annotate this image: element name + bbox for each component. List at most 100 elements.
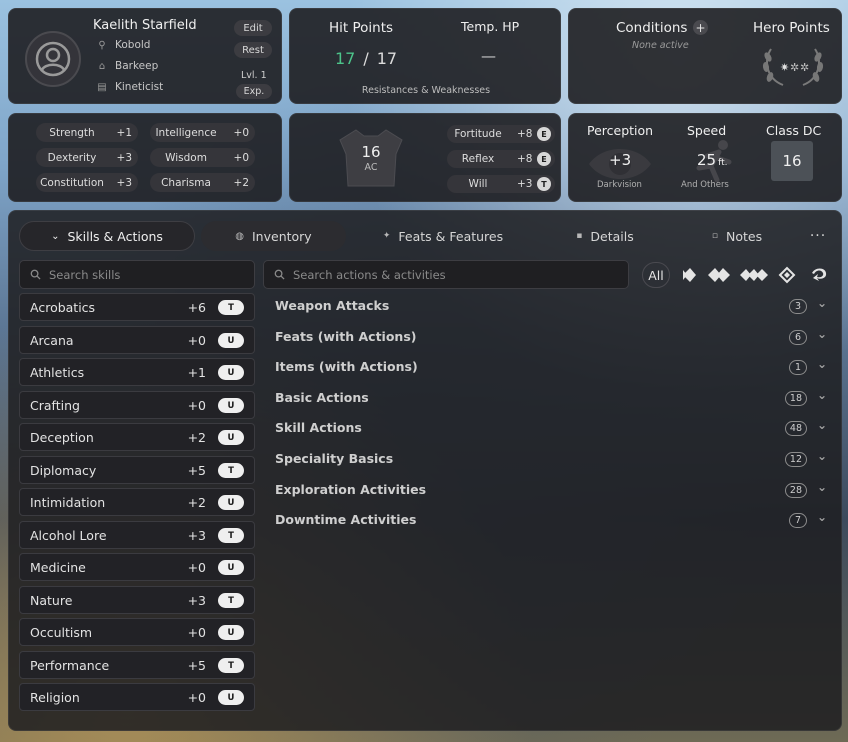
background-icon: ⌂	[98, 60, 106, 72]
skill-modifier: +3	[187, 593, 206, 608]
speed-unit: ft.	[718, 158, 728, 168]
category-speciality-basics[interactable]: Speciality Basics 12 ⌄	[275, 448, 835, 472]
filter-all-button[interactable]: All	[642, 262, 670, 288]
hp-separator: /	[363, 49, 369, 68]
user-icon	[35, 41, 71, 77]
skill-row-religion[interactable]: Religion +0 U	[19, 683, 255, 711]
attribute-value: +0	[233, 126, 249, 139]
more-options-button[interactable]: ···	[803, 221, 833, 251]
tab-notes[interactable]: ▫ Notes	[699, 221, 775, 251]
avatar[interactable]	[25, 31, 81, 87]
tab-inventory[interactable]: ◍ Inventory	[201, 221, 346, 251]
ancestry-label: Kobold	[115, 39, 151, 51]
skill-row-deception[interactable]: Deception +2 U	[19, 423, 255, 451]
save-name: Reflex	[461, 153, 495, 165]
attribute-intelligence[interactable]: Intelligence +0	[150, 123, 255, 142]
attribute-name: Strength	[49, 126, 95, 139]
skill-row-performance[interactable]: Performance +5 T	[19, 651, 255, 679]
actions-search-placeholder: Search actions & activities	[293, 267, 446, 282]
skill-rank-badge: T	[218, 463, 244, 478]
attribute-constitution[interactable]: Constitution +3	[36, 173, 138, 192]
perception-value[interactable]: +3	[609, 151, 631, 169]
skill-name: Religion	[30, 690, 80, 705]
skill-name: Athletics	[30, 365, 85, 380]
skill-modifier: +2	[187, 495, 206, 510]
skill-row-diplomacy[interactable]: Diplomacy +5 T	[19, 456, 255, 484]
skill-row-alcohol-lore[interactable]: Alcohol Lore +3 T	[19, 521, 255, 549]
tab-label: Feats & Features	[398, 228, 504, 244]
speed-value-group[interactable]: 25 ft.	[697, 151, 728, 169]
skills-search-field[interactable]: Search skills	[19, 260, 255, 289]
skill-name: Diplomacy	[30, 463, 97, 478]
hero-points-laurel-icon[interactable]: ✷ ✲ ✲	[761, 39, 825, 89]
attribute-charisma[interactable]: Charisma +2	[150, 173, 255, 192]
hero-points-title: Hero Points	[753, 20, 830, 36]
search-icon	[30, 269, 41, 280]
bag-icon: ◍	[235, 230, 244, 242]
perception-sense: Darkvision	[597, 180, 642, 190]
category-count-badge: 3	[789, 299, 807, 314]
category-basic-actions[interactable]: Basic Actions 18 ⌄	[275, 387, 835, 411]
skill-row-athletics[interactable]: Athletics +1 U	[19, 358, 255, 386]
skill-row-nature[interactable]: Nature +3 T	[19, 586, 255, 614]
skill-row-intimidation[interactable]: Intimidation +2 U	[19, 488, 255, 516]
edit-button[interactable]: Edit	[234, 20, 272, 36]
filter-one-action-icon[interactable]	[680, 262, 698, 288]
feat-star-icon: ✦	[382, 231, 391, 241]
category-count-badge: 1	[789, 360, 807, 375]
category-feats-with-actions[interactable]: Feats (with Actions) 6 ⌄	[275, 326, 835, 350]
tab-feats-features[interactable]: ✦ Feats & Features	[373, 221, 513, 251]
class-dc-title: Class DC	[766, 123, 822, 138]
save-fortitude[interactable]: Fortitude +8 E	[447, 125, 555, 143]
skill-row-acrobatics[interactable]: Acrobatics +6 T	[19, 293, 255, 321]
skill-row-arcana[interactable]: Arcana +0 U	[19, 326, 255, 354]
filter-free-action-icon[interactable]	[778, 262, 796, 288]
class-book-icon: ▤	[97, 81, 107, 93]
conditions-none-label: None active	[632, 40, 689, 51]
save-name: Fortitude	[454, 128, 502, 140]
category-weapon-attacks[interactable]: Weapon Attacks 3 ⌄	[275, 295, 835, 319]
ac-value: 16	[361, 143, 381, 161]
attribute-strength[interactable]: Strength +1	[36, 123, 138, 142]
category-items-with-actions[interactable]: Items (with Actions) 1 ⌄	[275, 356, 835, 380]
category-name: Basic Actions	[275, 390, 369, 405]
skill-name: Arcana	[30, 333, 74, 348]
class-dc-value[interactable]: 16	[771, 141, 813, 181]
hp-max: 17	[376, 49, 398, 68]
skill-modifier: +0	[187, 625, 206, 640]
character-name: Kaelith Starfield	[93, 18, 197, 33]
save-reflex[interactable]: Reflex +8 E	[447, 150, 555, 168]
rest-button[interactable]: Rest	[234, 42, 272, 58]
skill-row-crafting[interactable]: Crafting +0 U	[19, 391, 255, 419]
temp-hp-value[interactable]: —	[481, 47, 496, 65]
add-condition-button[interactable]: +	[693, 20, 708, 35]
category-skill-actions[interactable]: Skill Actions 48 ⌄	[275, 417, 835, 441]
skill-rank-badge: U	[218, 625, 244, 640]
attribute-value: +3	[116, 151, 132, 164]
exp-button[interactable]: Exp.	[236, 84, 272, 99]
skill-rank-badge: T	[218, 658, 244, 673]
save-will[interactable]: Will +3 T	[447, 175, 555, 193]
attribute-dexterity[interactable]: Dexterity +3	[36, 148, 138, 167]
hp-value[interactable]: 17 / 17	[335, 49, 397, 68]
skill-row-occultism[interactable]: Occultism +0 U	[19, 618, 255, 646]
filter-two-actions-icon[interactable]	[706, 262, 732, 288]
skill-modifier: +3	[187, 528, 206, 543]
tab-details[interactable]: ▪ Details	[565, 221, 645, 251]
resistances-link[interactable]: Resistances & Weaknesses	[290, 85, 562, 96]
skill-modifier: +0	[187, 398, 206, 413]
category-downtime-activities[interactable]: Downtime Activities 7 ⌄	[275, 509, 835, 533]
chevron-down-icon: ⌄	[816, 388, 827, 402]
tab-skills-actions[interactable]: ⌄ Skills & Actions	[19, 221, 195, 251]
category-name: Weapon Attacks	[275, 298, 390, 313]
category-exploration-activities[interactable]: Exploration Activities 28 ⌄	[275, 479, 835, 503]
skill-rank-badge: T	[218, 593, 244, 608]
actions-search-field[interactable]: Search actions & activities	[263, 260, 629, 289]
attribute-wisdom[interactable]: Wisdom +0	[150, 148, 255, 167]
skill-rank-badge: U	[218, 333, 244, 348]
filter-three-actions-icon[interactable]	[738, 262, 770, 288]
skill-modifier: +6	[187, 300, 206, 315]
character-profile-panel: Kaelith Starfield ⚲ Kobold ⌂ Barkeep ▤ K…	[8, 8, 282, 104]
skill-row-medicine[interactable]: Medicine +0 U	[19, 553, 255, 581]
filter-reaction-icon[interactable]	[809, 262, 829, 288]
